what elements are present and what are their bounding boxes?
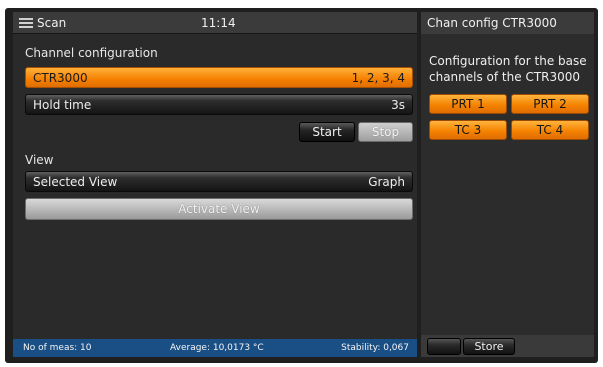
selected-view-label: Selected View bbox=[33, 175, 118, 189]
stop-button[interactable]: Stop bbox=[358, 122, 413, 142]
device-label: CTR3000 bbox=[33, 71, 88, 85]
status-bar: No of meas: 10 Average: 10,0173 °C Stabi… bbox=[13, 339, 417, 357]
activate-view-button[interactable]: Activate View bbox=[25, 198, 413, 220]
hold-time-label: Hold time bbox=[33, 98, 92, 112]
device-channels-value: 1, 2, 3, 4 bbox=[351, 71, 405, 85]
store-button[interactable]: Store bbox=[463, 338, 515, 355]
clock: 11:14 bbox=[201, 16, 236, 30]
scan-pane: Scan 11:14 Channel configuration CTR3000… bbox=[13, 12, 417, 357]
view-heading: View bbox=[25, 153, 54, 167]
app-title: Scan bbox=[37, 16, 67, 30]
device-screen: Scan 11:14 Channel configuration CTR3000… bbox=[5, 8, 598, 363]
channel-button-prt1[interactable]: PRT 1 bbox=[429, 94, 507, 114]
panel-title: Chan config CTR3000 bbox=[421, 12, 594, 34]
channel-button-prt2[interactable]: PRT 2 bbox=[511, 94, 589, 114]
selected-view-field[interactable]: Selected View Graph bbox=[25, 171, 413, 192]
hold-time-field[interactable]: Hold time 3s bbox=[25, 94, 413, 115]
selected-view-value: Graph bbox=[368, 175, 405, 189]
channel-config-panel: Chan config CTR3000 Configuration for th… bbox=[421, 12, 594, 357]
channel-button-tc3[interactable]: TC 3 bbox=[429, 120, 507, 140]
blank-button[interactable] bbox=[427, 338, 461, 355]
stability-value: Stability: 0,067 bbox=[341, 343, 409, 353]
channel-button-tc4[interactable]: TC 4 bbox=[511, 120, 589, 140]
hamburger-menu-icon[interactable] bbox=[19, 18, 33, 28]
panel-bottom-bar: Store bbox=[421, 335, 594, 357]
device-channel-selector[interactable]: CTR3000 1, 2, 3, 4 bbox=[25, 67, 413, 88]
hold-time-value: 3s bbox=[391, 98, 405, 112]
channel-configuration-heading: Channel configuration bbox=[25, 46, 158, 60]
average-temperature: Average: 10,0173 °C bbox=[170, 343, 264, 353]
title-bar: Scan 11:14 bbox=[13, 12, 417, 34]
measurement-count: No of meas: 10 bbox=[23, 343, 92, 353]
panel-description: Configuration for the base channels of t… bbox=[429, 54, 587, 84]
start-button[interactable]: Start bbox=[299, 122, 355, 142]
